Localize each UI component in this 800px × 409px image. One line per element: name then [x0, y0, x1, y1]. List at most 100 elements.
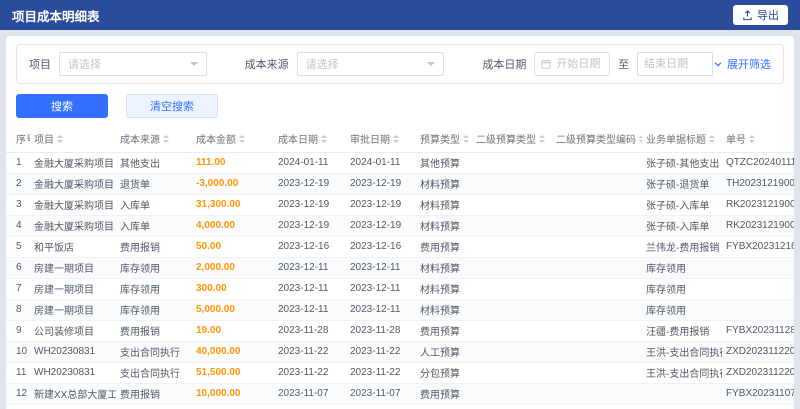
table-cell: 2023-11-22 — [346, 362, 416, 384]
column-header[interactable]: 项目 — [30, 126, 116, 153]
end-date-field[interactable] — [637, 52, 713, 76]
export-icon — [742, 9, 753, 21]
table-cell: 3 — [6, 194, 30, 216]
chevron-down-icon — [713, 59, 723, 69]
sort-icon[interactable] — [393, 132, 399, 146]
table-cell: 2023-12-19 — [274, 173, 346, 195]
table-cell — [722, 299, 794, 321]
table-cell — [552, 362, 642, 384]
expand-filter-link[interactable]: 展开筛选 — [713, 56, 771, 72]
table-cell: 金融大厦采购项目 — [30, 173, 116, 195]
table-header-row: 序号项目 成本来源 成本金额 成本日期 审批日期 预算类型 二级预算类型 二级预算类型编码业务… — [6, 126, 794, 153]
table-cell — [472, 194, 552, 216]
table-cell: 经付预算项目 — [30, 404, 116, 409]
table-cell: 其他支出 — [116, 404, 192, 409]
table-cell: 金融大厦采购项目 — [30, 215, 116, 237]
clear-search-button[interactable]: 清空搜索 — [126, 94, 218, 118]
table-cell: 材料预算 — [416, 173, 472, 195]
table-cell: ZXD20231122002 — [722, 341, 794, 363]
sort-icon[interactable] — [539, 132, 545, 146]
table-row: 6 房建一期项目 库存领用 2,000.00 2023-12-11 2023-12-11 材… — [6, 257, 794, 279]
project-select-placeholder: 请选择 — [68, 59, 101, 71]
table-cell — [722, 257, 794, 279]
table-row: 11 WH20230831 支出合同执行 51,500.00 2023-11-22 202… — [6, 362, 794, 384]
table-cell: FYBX20231107001 — [722, 383, 794, 405]
table-cell: 2023-11-07 — [346, 383, 416, 405]
sort-icon[interactable] — [639, 132, 642, 146]
table-cell: 其他预算 — [416, 404, 472, 409]
table-cell: 人工预算 — [416, 341, 472, 363]
table-cell: 111.00 — [192, 152, 274, 174]
column-header[interactable]: 单号 — [722, 126, 794, 153]
start-date-input[interactable] — [556, 58, 604, 70]
column-header[interactable]: 成本来源 — [116, 126, 192, 153]
column-header[interactable]: 审批日期 — [346, 126, 416, 153]
chevron-down-icon — [427, 62, 436, 70]
end-date-input[interactable] — [644, 58, 706, 70]
table-cell: 7 — [6, 278, 30, 300]
table-cell: 5,000.00 — [192, 299, 274, 321]
start-date-field[interactable] — [534, 52, 611, 76]
column-label: 预算类型 — [420, 135, 460, 147]
date-range-separator: 至 — [618, 59, 630, 71]
table-cell — [552, 194, 642, 216]
table-cell: 金融大厦采购项目 — [30, 152, 116, 174]
sort-icon[interactable] — [57, 132, 63, 146]
action-buttons: 搜索 清空搜索 — [16, 94, 784, 118]
table-cell: 张子硕-退货单 — [642, 173, 722, 195]
column-label: 单号 — [726, 135, 746, 147]
table-cell: 2023-11-22 — [346, 341, 416, 363]
sort-icon[interactable] — [463, 132, 469, 146]
table-cell: 11 — [6, 362, 30, 384]
column-header[interactable]: 二级预算类型编码 — [552, 126, 642, 153]
table-cell — [552, 257, 642, 279]
table-row: 9 公司装修项目 费用报销 19.00 2023-11-28 2023-11-28 费用预算… — [6, 320, 794, 342]
table-cell: 2023-12-19 — [346, 215, 416, 237]
table-cell: 和平饭店 — [30, 236, 116, 258]
table-cell — [472, 215, 552, 237]
project-select[interactable]: 请选择 — [59, 52, 207, 76]
column-header[interactable]: 二级预算类型 — [472, 126, 552, 153]
column-label: 二级预算类型 — [476, 135, 536, 147]
table-cell — [472, 362, 552, 384]
top-bar: 项目成本明细表 导出 — [0, 0, 800, 30]
table-cell: FYBX20231216001 — [722, 236, 794, 258]
table-cell: 2023-10-27 — [274, 404, 346, 409]
column-label: 成本来源 — [120, 135, 160, 147]
table-row: 5 和平饭店 费用报销 50.00 2023-12-16 2023-12-16 费用预算 兰伟… — [6, 236, 794, 258]
table-cell: 金融大厦采购项目 — [30, 194, 116, 216]
table-cell: 房建一期项目 — [30, 299, 116, 321]
sort-icon[interactable] — [239, 132, 245, 146]
sort-icon[interactable] — [321, 132, 327, 146]
table-cell: 材料预算 — [416, 278, 472, 300]
table-cell: 退货单 — [116, 173, 192, 195]
sort-icon[interactable] — [749, 132, 755, 146]
column-header[interactable]: 成本金额 — [192, 126, 274, 153]
page-title: 项目成本明细表 — [12, 9, 100, 24]
column-header[interactable]: 预算类型 — [416, 126, 472, 153]
table-cell: 费用报销 — [116, 383, 192, 405]
table-cell: 2023-12-16 — [346, 236, 416, 258]
column-header[interactable]: 业务单据标题 — [642, 126, 722, 153]
sort-icon[interactable] — [709, 132, 715, 146]
cost-source-filter-label: 成本来源 — [244, 59, 289, 71]
cost-source-select[interactable]: 请选择 — [296, 52, 445, 76]
cost-detail-table: 序号项目 成本来源 成本金额 成本日期 审批日期 预算类型 二级预算类型 二级预算类型编码业务… — [6, 126, 794, 409]
export-button[interactable]: 导出 — [733, 5, 788, 25]
column-label: 二级预算类型编码 — [556, 135, 636, 147]
column-label: 成本日期 — [278, 135, 318, 147]
table-row: 12新建XX总部大厦工程二期费用报销10,000.002023-11-07202… — [6, 383, 794, 405]
sort-icon[interactable] — [163, 132, 169, 146]
table-cell: 9 — [6, 320, 30, 342]
table-cell: 4 — [6, 215, 30, 237]
table-cell: 2023-12-11 — [346, 299, 416, 321]
table-cell — [642, 383, 722, 405]
table-cell: 材料预算 — [416, 194, 472, 216]
column-label: 业务单据标题 — [646, 135, 706, 147]
search-button[interactable]: 搜索 — [16, 94, 108, 118]
table-cell — [552, 404, 642, 409]
table-cell — [552, 299, 642, 321]
table-cell: 王洪-支出合同执行 — [642, 362, 722, 384]
column-header[interactable]: 成本日期 — [274, 126, 346, 153]
table-cell — [472, 278, 552, 300]
